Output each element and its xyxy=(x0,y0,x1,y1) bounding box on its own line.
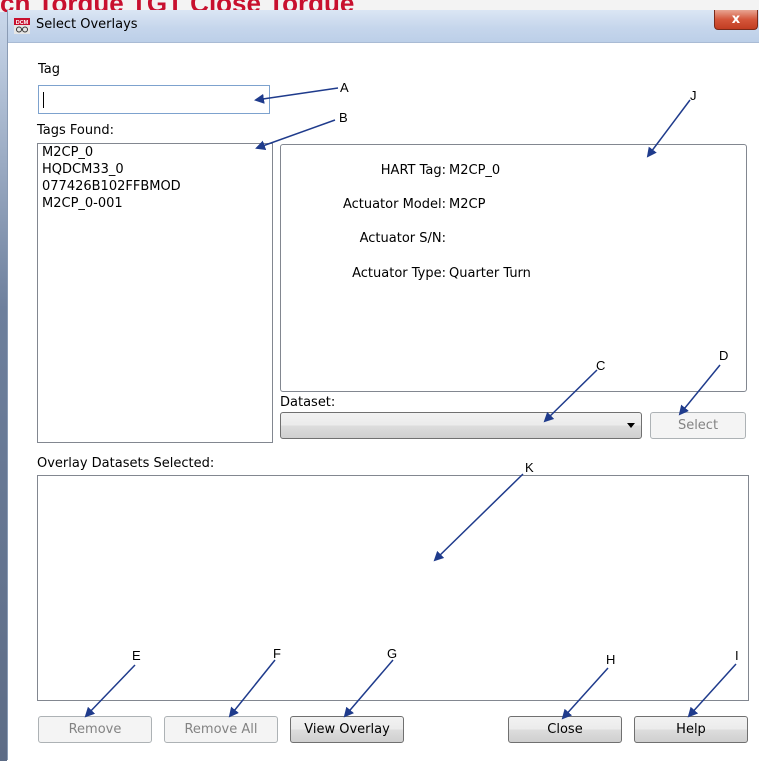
hart-tag-label: HART Tag: xyxy=(380,163,446,178)
app-icon: DCM xyxy=(14,18,30,34)
overlay-datasets-label: Overlay Datasets Selected: xyxy=(37,456,215,471)
text-caret xyxy=(43,92,44,108)
window-close-button[interactable]: x xyxy=(714,10,758,30)
actuator-info-panel: HART Tag: M2CP_0 Actuator Model: M2CP Ac… xyxy=(280,144,747,392)
remove-all-button[interactable]: Remove All xyxy=(164,716,278,743)
overlay-datasets-list[interactable] xyxy=(37,475,749,701)
actuator-type-label: Actuator Type: xyxy=(352,266,446,281)
actuator-model-row: Actuator Model: M2CP xyxy=(281,197,746,215)
select-button[interactable]: Select xyxy=(650,412,746,439)
remove-button[interactable]: Remove xyxy=(38,716,152,743)
actuator-sn-row: Actuator S/N: xyxy=(281,231,746,249)
annotation-label-i: I xyxy=(735,648,739,663)
svg-text:DCM: DCM xyxy=(16,20,29,26)
annotation-label-b: B xyxy=(339,110,348,125)
list-item[interactable]: 077426B102FFBMOD xyxy=(38,178,272,195)
actuator-type-value: Quarter Turn xyxy=(449,266,531,281)
annotation-label-h: H xyxy=(606,652,616,667)
list-item[interactable]: M2CP_0 xyxy=(38,144,272,161)
list-item[interactable]: M2CP_0-001 xyxy=(38,195,272,212)
tags-found-label: Tags Found: xyxy=(37,123,114,138)
actuator-type-row: Actuator Type: Quarter Turn xyxy=(281,266,746,284)
annotation-label-a: A xyxy=(340,80,349,95)
tag-input[interactable] xyxy=(38,85,270,114)
title-bar[interactable]: DCM Select Overlays x xyxy=(8,10,759,43)
help-button[interactable]: Help xyxy=(634,716,748,743)
background-window-edge xyxy=(0,12,7,761)
annotation-label-k: K xyxy=(525,460,534,475)
annotation-label-c: C xyxy=(596,358,606,373)
dataset-label: Dataset: xyxy=(280,395,336,410)
annotation-label-d: D xyxy=(719,348,729,363)
annotation-label-f: F xyxy=(273,646,281,661)
list-item[interactable]: HQDCM33_0 xyxy=(38,161,272,178)
annotation-label-g: G xyxy=(387,646,398,661)
close-icon: x xyxy=(731,12,741,27)
select-overlays-dialog: DCM Select Overlays x Tag Tags Found: M2… xyxy=(7,10,759,760)
tag-label: Tag xyxy=(38,62,61,77)
annotation-label-e: E xyxy=(132,648,141,663)
hart-tag-row: HART Tag: M2CP_0 xyxy=(281,163,746,181)
actuator-model-value: M2CP xyxy=(449,197,486,212)
dataset-combobox[interactable] xyxy=(280,412,642,439)
tags-found-list[interactable]: M2CP_0 HQDCM33_0 077426B102FFBMOD M2CP_0… xyxy=(37,143,273,443)
hart-tag-value: M2CP_0 xyxy=(449,163,501,178)
actuator-sn-label: Actuator S/N: xyxy=(359,231,446,246)
view-overlay-button[interactable]: View Overlay xyxy=(290,716,404,743)
chevron-down-icon[interactable] xyxy=(627,423,635,428)
actuator-model-label: Actuator Model: xyxy=(342,197,446,212)
close-button[interactable]: Close xyxy=(508,716,622,743)
window-title: Select Overlays xyxy=(36,17,138,32)
annotation-label-j: J xyxy=(690,88,697,103)
